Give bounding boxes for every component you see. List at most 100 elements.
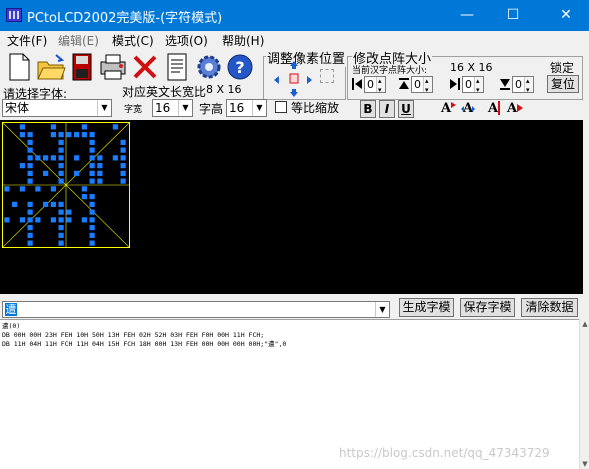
chevron-down-icon[interactable]: ▼ bbox=[252, 100, 266, 116]
glyph-pixel bbox=[35, 217, 41, 223]
glyph-pixel-grid[interactable] bbox=[2, 122, 130, 248]
move-right-icon[interactable] bbox=[303, 74, 313, 84]
char-width-select[interactable]: 16 ▼ bbox=[152, 99, 193, 117]
spin-arrows-icon[interactable] bbox=[474, 74, 483, 98]
generate-button[interactable]: 生成字模 bbox=[399, 298, 454, 317]
spin-arrows-icon[interactable] bbox=[524, 74, 533, 98]
shrink-left-icon[interactable] bbox=[351, 77, 363, 91]
glyph-pixel bbox=[27, 163, 33, 169]
glyph-pixel bbox=[50, 132, 56, 138]
chevron-down-icon[interactable]: ▼ bbox=[375, 302, 389, 317]
move-down-icon[interactable] bbox=[289, 87, 299, 97]
flip-horizontal-icon[interactable]: A bbox=[459, 99, 477, 117]
glyph-canvas[interactable] bbox=[0, 120, 583, 294]
proportional-checkbox[interactable] bbox=[275, 101, 287, 113]
char-height-select[interactable]: 16 ▼ bbox=[226, 99, 267, 117]
glyph-pixel bbox=[27, 155, 33, 161]
glyph-pixel bbox=[97, 155, 103, 161]
spin-right-value: 0 bbox=[465, 78, 472, 91]
glyph-pixel bbox=[66, 209, 72, 215]
spin-top-value: 0 bbox=[414, 78, 421, 91]
move-left-icon[interactable] bbox=[273, 74, 283, 84]
app-icon bbox=[6, 8, 22, 22]
spin-arrows-icon[interactable] bbox=[376, 74, 385, 98]
pixel-adjust-title: 调整像素位置 bbox=[266, 48, 347, 67]
svg-text:A: A bbox=[487, 101, 499, 116]
glyph-pixel bbox=[81, 132, 87, 138]
spin-bottom-value: 0 bbox=[515, 78, 522, 91]
glyph-pixel bbox=[58, 201, 64, 207]
glyph-pixel bbox=[27, 132, 33, 138]
shrink-top-icon[interactable] bbox=[398, 77, 410, 91]
glyph-pixel bbox=[19, 163, 25, 169]
clear-data-button[interactable]: 清除数据 bbox=[521, 298, 578, 317]
glyph-pixel bbox=[27, 240, 33, 246]
mirror-vertical-icon[interactable]: A bbox=[506, 99, 524, 117]
bold-button[interactable]: B bbox=[360, 100, 376, 118]
lock-label[interactable]: 锁定 bbox=[550, 59, 574, 76]
close-button[interactable]: ✕ bbox=[543, 0, 589, 31]
glyph-pixel bbox=[74, 170, 80, 176]
glyph-pixel bbox=[27, 209, 33, 215]
chevron-down-icon[interactable]: ▼ bbox=[178, 100, 192, 116]
char-input[interactable]: 遭 ▼ bbox=[2, 301, 390, 318]
shrink-bottom-icon[interactable] bbox=[499, 77, 511, 91]
minimize-button[interactable]: — bbox=[444, 0, 490, 31]
print-icon[interactable] bbox=[98, 51, 128, 83]
center-icon[interactable] bbox=[289, 73, 299, 84]
glyph-pixel bbox=[89, 178, 95, 184]
glyph-pixel bbox=[120, 178, 126, 184]
glyph-pixel bbox=[43, 170, 49, 176]
current-size-label: 当前汉字点阵大小: bbox=[352, 66, 428, 76]
menu-bar: 文件(F) 编辑(E) 模式(C) 选项(O) 帮助(H) bbox=[0, 31, 589, 48]
new-file-icon[interactable] bbox=[4, 51, 34, 83]
glyph-pixel bbox=[27, 147, 33, 153]
glyph-pixel bbox=[12, 201, 18, 207]
char-input-value: 遭 bbox=[5, 303, 17, 316]
mirror-icon[interactable]: A bbox=[487, 99, 505, 117]
title-bar: PCtoLCD2002完美版-(字符模式) — ☐ ✕ bbox=[0, 0, 589, 31]
svg-text:A: A bbox=[506, 101, 518, 116]
delete-icon[interactable] bbox=[130, 51, 160, 83]
scroll-down-icon[interactable]: ▼ bbox=[580, 459, 589, 469]
glyph-pixel bbox=[89, 194, 95, 200]
open-folder-icon[interactable] bbox=[36, 51, 66, 83]
toolbar: ? 调整像素位置 修改点阵大小 当前汉字点阵大小: 16 X 16 锁定 复位 … bbox=[0, 47, 589, 101]
svg-text:?: ? bbox=[235, 58, 244, 77]
save-icon[interactable] bbox=[67, 51, 97, 83]
move-up-icon[interactable] bbox=[289, 59, 299, 69]
scroll-up-icon[interactable]: ▲ bbox=[580, 319, 589, 329]
spin-top[interactable]: 0 bbox=[411, 74, 433, 98]
spin-right[interactable]: 0 bbox=[462, 74, 484, 98]
glyph-pixel bbox=[81, 217, 87, 223]
glyph-pixel bbox=[89, 225, 95, 231]
glyph-cell[interactable] bbox=[2, 122, 130, 248]
rotate-icon[interactable]: A bbox=[440, 99, 458, 117]
spin-left-value: 0 bbox=[367, 78, 374, 91]
italic-button[interactable]: I bbox=[379, 100, 395, 118]
settings-gear-icon[interactable] bbox=[194, 51, 224, 83]
spin-left[interactable]: 0 bbox=[364, 74, 386, 98]
chevron-down-icon[interactable]: ▼ bbox=[97, 100, 111, 116]
glyph-pixel bbox=[58, 240, 64, 246]
underline-button[interactable]: U bbox=[398, 100, 414, 118]
glyph-pixel bbox=[89, 132, 95, 138]
glyph-pixel bbox=[81, 186, 87, 192]
font-select[interactable]: 宋体 ▼ bbox=[2, 99, 112, 117]
glyph-pixel bbox=[120, 147, 126, 153]
glyph-pixel bbox=[58, 170, 64, 176]
help-icon[interactable]: ? bbox=[225, 51, 255, 83]
glyph-pixel bbox=[97, 170, 103, 176]
proportional-label: 等比缩放 bbox=[291, 101, 340, 115]
grid-toggle-icon[interactable] bbox=[320, 69, 334, 83]
spin-bottom[interactable]: 0 bbox=[512, 74, 534, 98]
glyph-pixel bbox=[19, 186, 25, 192]
notes-icon[interactable] bbox=[162, 51, 192, 83]
reset-button[interactable]: 复位 bbox=[547, 75, 579, 93]
output-scrollbar[interactable]: ▲ ▼ bbox=[579, 319, 589, 469]
spin-arrows-icon[interactable] bbox=[423, 74, 432, 98]
maximize-button[interactable]: ☐ bbox=[490, 0, 536, 31]
save-font-button[interactable]: 保存字模 bbox=[460, 298, 515, 317]
shrink-right-icon[interactable] bbox=[449, 77, 461, 91]
glyph-pixel bbox=[74, 155, 80, 161]
